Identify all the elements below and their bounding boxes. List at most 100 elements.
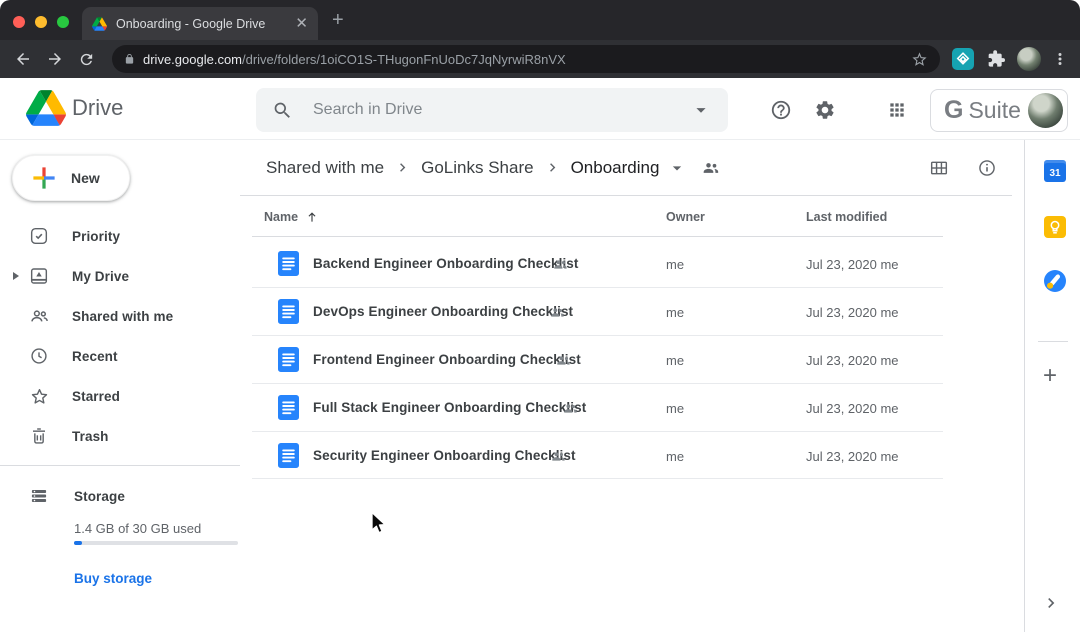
drive-app-name: Drive — [72, 95, 123, 121]
browser-profile-avatar[interactable] — [1017, 47, 1041, 71]
reload-icon[interactable] — [78, 51, 95, 68]
column-name-label: Name — [264, 210, 298, 224]
sidebar-item-my-drive[interactable]: My Drive — [0, 256, 230, 296]
folder-shared-people-icon — [701, 158, 721, 178]
gsuite-label: Suite — [968, 97, 1028, 124]
open-side-panel-chevron-icon[interactable] — [1041, 593, 1061, 613]
google-docs-icon — [278, 251, 299, 276]
file-name[interactable]: Security Engineer Onboarding Checklist — [313, 448, 576, 463]
search-input[interactable] — [313, 101, 690, 119]
search-options-dropdown-icon[interactable] — [690, 99, 712, 121]
google-calendar-icon[interactable]: 31 — [1044, 160, 1066, 182]
bookmark-star-icon[interactable] — [911, 51, 928, 68]
back-icon[interactable] — [14, 50, 32, 68]
column-header-owner[interactable]: Owner — [666, 210, 705, 224]
rail-divider — [1038, 341, 1068, 342]
table-header: Name Owner Last modified — [252, 196, 943, 237]
mouse-cursor — [370, 511, 389, 537]
view-details-info-icon[interactable] — [977, 158, 997, 178]
add-addon-plus-icon[interactable]: + — [1043, 362, 1057, 390]
url-path: /drive/folders/1oiCO1S-THugonFnUoDc7JqNy… — [242, 52, 911, 67]
column-header-name[interactable]: Name — [264, 210, 319, 224]
trash-icon — [29, 426, 49, 446]
address-bar[interactable]: drive.google.com/drive/folders/1oiCO1S-T… — [112, 45, 940, 73]
file-name[interactable]: DevOps Engineer Onboarding Checklist — [313, 304, 573, 319]
new-button-label: New — [71, 170, 100, 186]
forward-icon[interactable] — [46, 50, 64, 68]
file-row[interactable]: Security Engineer Onboarding Checklist m… — [252, 432, 943, 479]
column-header-last-modified[interactable]: Last modified — [806, 210, 887, 224]
lock-icon — [124, 52, 135, 66]
help-icon[interactable] — [770, 99, 792, 121]
file-last-modified: Jul 23, 2020 me — [806, 353, 899, 368]
new-button[interactable]: New — [12, 155, 130, 201]
google-docs-icon — [278, 443, 299, 468]
sidebar-item-storage[interactable]: Storage — [0, 476, 230, 516]
file-name[interactable]: Backend Engineer Onboarding Checklist — [313, 256, 579, 271]
gsuite-badge[interactable]: G Suite — [930, 89, 1068, 132]
shared-people-icon — [562, 400, 579, 417]
chevron-right-icon — [394, 159, 411, 176]
drive-logo[interactable] — [26, 90, 66, 126]
sidebar-item-trash[interactable]: Trash — [0, 416, 230, 456]
gsuite-g-logo: G — [944, 96, 963, 125]
shared-with-me-icon — [29, 306, 50, 327]
star-icon — [29, 386, 50, 407]
new-tab-icon[interactable]: + — [332, 9, 344, 32]
browser-menu-kebab-icon[interactable] — [1051, 50, 1069, 68]
file-owner: me — [666, 305, 684, 320]
url-domain: drive.google.com — [143, 52, 242, 67]
search-icon[interactable] — [272, 100, 293, 121]
breadcrumb-item-golinks-share[interactable]: GoLinks Share — [421, 158, 533, 178]
sidebar-item-recent[interactable]: Recent — [0, 336, 230, 376]
sidebar-item-label: Starred — [72, 389, 120, 404]
google-tasks-icon[interactable] — [1044, 270, 1066, 292]
extension-badge-icon[interactable] — [952, 48, 974, 70]
shared-people-icon — [550, 448, 567, 465]
file-last-modified: Jul 23, 2020 me — [806, 401, 899, 416]
file-owner: me — [666, 401, 684, 416]
search-bar[interactable] — [256, 88, 728, 132]
calendar-day-label: 31 — [1049, 166, 1060, 182]
sidebar-item-label: Trash — [72, 429, 109, 444]
breadcrumb: Shared with me GoLinks Share Onboarding — [240, 140, 1012, 196]
storage-progress-fill — [74, 541, 82, 545]
file-row[interactable]: Frontend Engineer Onboarding Checklist m… — [252, 336, 943, 384]
breadcrumb-item-shared-with-me[interactable]: Shared with me — [266, 158, 384, 178]
settings-gear-icon[interactable] — [814, 99, 836, 121]
close-tab-icon[interactable]: ✕ — [295, 16, 308, 31]
google-apps-grid-icon[interactable] — [887, 100, 907, 120]
folder-actions-dropdown-icon[interactable] — [667, 158, 687, 178]
file-row[interactable]: DevOps Engineer Onboarding Checklist me … — [252, 288, 943, 336]
close-window-button[interactable] — [13, 16, 25, 28]
browser-tab[interactable]: Onboarding - Google Drive ✕ — [82, 7, 318, 40]
file-name[interactable]: Full Stack Engineer Onboarding Checklist — [313, 400, 586, 415]
my-drive-icon — [29, 266, 49, 286]
shared-people-icon — [549, 304, 566, 321]
zoom-window-button[interactable] — [57, 16, 69, 28]
file-name[interactable]: Frontend Engineer Onboarding Checklist — [313, 352, 581, 367]
sidebar-item-priority[interactable]: Priority — [0, 216, 230, 256]
account-avatar[interactable] — [1028, 93, 1063, 128]
sidebar-item-starred[interactable]: Starred — [0, 376, 230, 416]
drive-favicon — [92, 17, 107, 31]
sort-arrow-up-icon[interactable] — [305, 210, 319, 224]
file-row[interactable]: Backend Engineer Onboarding Checklist me… — [252, 240, 943, 288]
browser-window: Onboarding - Google Drive ✕ + drive.goog… — [0, 0, 1080, 632]
expand-caret-icon[interactable] — [13, 272, 19, 280]
sidebar-item-label: Shared with me — [72, 309, 173, 324]
breadcrumb-item-onboarding[interactable]: Onboarding — [571, 158, 660, 178]
extensions-puzzle-icon[interactable] — [986, 49, 1006, 69]
file-last-modified: Jul 23, 2020 me — [806, 449, 899, 464]
buy-storage-link[interactable]: Buy storage — [74, 571, 152, 586]
file-row[interactable]: Full Stack Engineer Onboarding Checklist… — [252, 384, 943, 432]
google-keep-icon[interactable] — [1044, 216, 1066, 238]
minimize-window-button[interactable] — [35, 16, 47, 28]
browser-tab-strip: Onboarding - Google Drive ✕ + — [0, 0, 1080, 40]
chevron-right-icon — [544, 159, 561, 176]
grid-view-toggle-icon[interactable] — [929, 158, 949, 178]
shared-people-icon — [555, 352, 572, 369]
sidebar-item-shared-with-me[interactable]: Shared with me — [0, 296, 230, 336]
shared-people-icon — [552, 256, 569, 273]
sidebar-item-label: Recent — [72, 349, 118, 364]
